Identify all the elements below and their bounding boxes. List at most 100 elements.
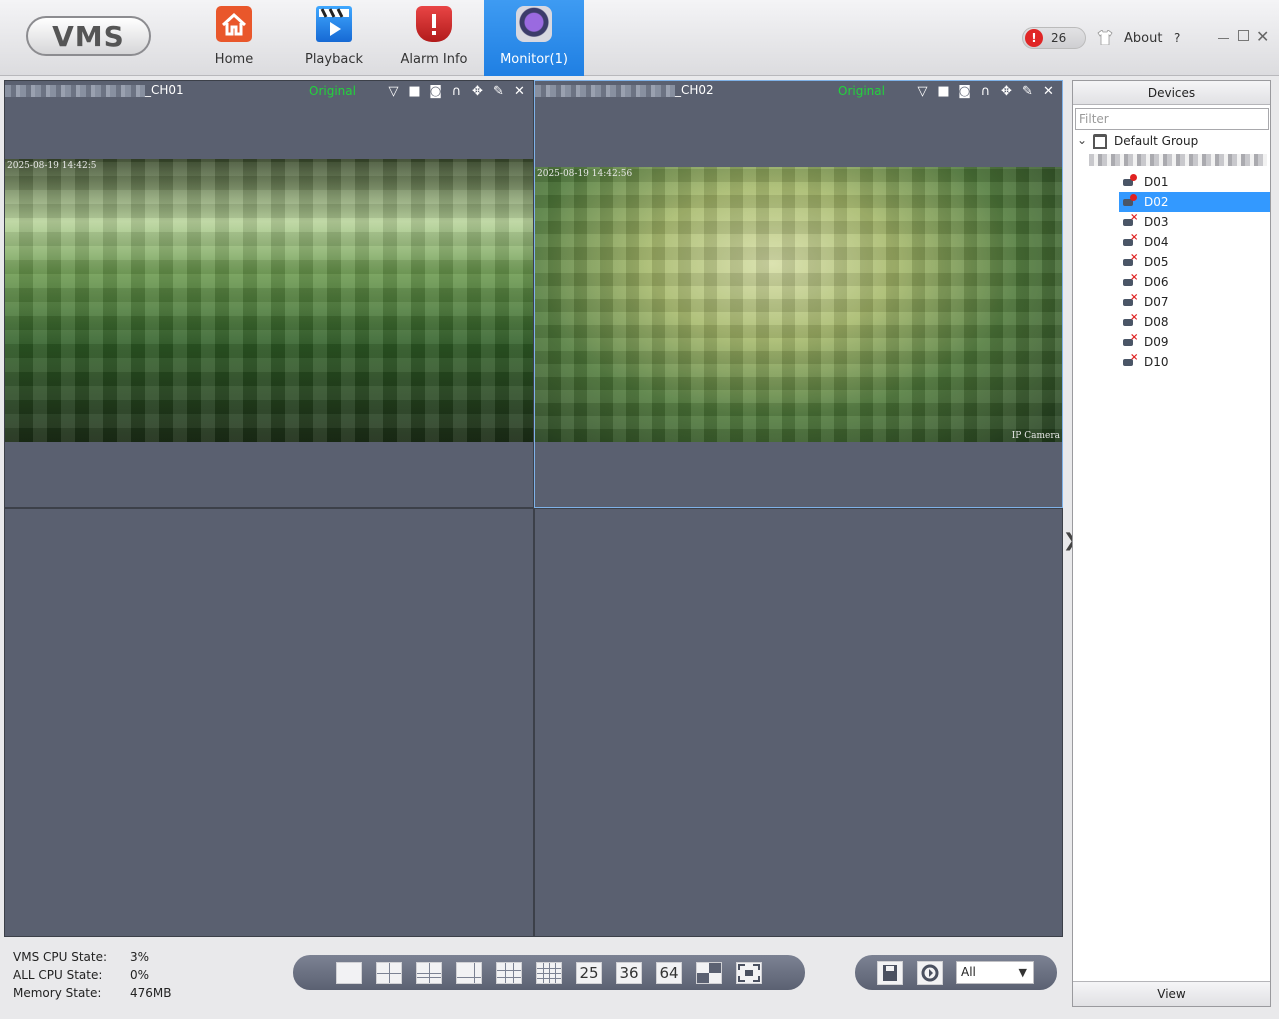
system-status: VMS CPU State: 3% ALL CPU State: 0% Memory… [13, 948, 172, 1002]
view-tab[interactable]: View [1073, 981, 1270, 1006]
layout-6-button[interactable] [416, 962, 442, 984]
split-layout-toolbar: 25 36 64 [293, 955, 805, 990]
group-label: Default Group [1114, 134, 1199, 148]
about-button[interactable]: About [1124, 31, 1162, 46]
vms-logo: VMS [26, 16, 151, 56]
camera-offline-icon: × [1123, 233, 1138, 247]
device-panel: Devices ⌄ Default Group D01 D02 × D03 × D04 × D… [1072, 80, 1271, 1007]
tab-alarm-info[interactable]: Alarm Info [384, 0, 484, 76]
snapshot-icon[interactable]: ◙ [956, 84, 973, 100]
tab-playback[interactable]: Playback [284, 0, 384, 76]
layout-9-button[interactable] [496, 962, 522, 984]
video-pane-4[interactable] [534, 508, 1063, 937]
tab-monitor-label: Monitor(1) [500, 52, 568, 67]
video-pane-2[interactable]: _CH02 Original ▽ ■ ◙ ∩ ✥ ✎ ✕ 2025-08-19 … [534, 80, 1063, 508]
color-adjust-icon[interactable]: ✎ [1019, 84, 1036, 100]
device-label: D09 [1144, 335, 1169, 349]
device-item-d05[interactable]: × D05 [1119, 252, 1270, 272]
alarm-shield-icon [416, 6, 452, 42]
view-filter-value: All [961, 965, 976, 979]
device-item-d01[interactable]: D01 [1119, 172, 1270, 192]
close-pane-icon[interactable]: ✕ [1040, 84, 1057, 100]
ptz-move-icon[interactable]: ✥ [469, 84, 486, 100]
device-item-d03[interactable]: × D03 [1119, 212, 1270, 232]
monitor-camera-icon [516, 6, 552, 42]
pane-2-video[interactable]: 2025-08-19 14:42:56 IP Camera [535, 167, 1062, 442]
alarm-count: 26 [1051, 31, 1067, 45]
layout-16-button[interactable] [536, 962, 562, 984]
tree-group-default[interactable]: ⌄ Default Group [1073, 133, 1270, 151]
maximize-icon[interactable] [1238, 30, 1249, 41]
device-label: D01 [1144, 175, 1169, 189]
all-cpu-value: 0% [130, 968, 150, 982]
record-icon[interactable]: ■ [406, 84, 423, 100]
device-filter-input[interactable] [1075, 108, 1269, 130]
minimize-icon[interactable] [1218, 38, 1229, 39]
video-pane-1[interactable]: _CH01 Original ▽ ■ ◙ ∩ ✥ ✎ ✕ 2025-08-19 … [4, 80, 534, 508]
home-icon [216, 6, 252, 42]
pane-2-osd-timestamp: 2025-08-19 14:42:56 [537, 169, 633, 179]
devices-header[interactable]: Devices [1073, 81, 1270, 105]
device-item-d07[interactable]: × D07 [1119, 292, 1270, 312]
chevron-down-icon[interactable]: ⌄ [1077, 133, 1087, 147]
memory-label: Memory State: [13, 986, 102, 1000]
group-folder-icon [1093, 134, 1107, 149]
pane-1-video[interactable]: 2025-08-19 14:42:5 [5, 159, 533, 442]
dropdown-arrow-icon: ▼ [1018, 966, 1027, 979]
video-grid: _CH01 Original ▽ ■ ◙ ∩ ✥ ✎ ✕ 2025-08-19 … [4, 80, 1063, 937]
camera-online-icon [1123, 194, 1137, 207]
device-item-d06[interactable]: × D06 [1119, 272, 1270, 292]
stream-dropdown-icon[interactable]: ▽ [385, 84, 402, 100]
help-button[interactable]: ? [1174, 31, 1180, 45]
refresh-cycle-icon[interactable] [917, 961, 943, 985]
tab-home[interactable]: Home [184, 0, 284, 76]
pane-2-title: _CH02 [535, 83, 714, 101]
view-filter-select[interactable]: All ▼ [956, 961, 1034, 984]
pane-1-stream-type[interactable]: Original [309, 84, 356, 98]
snapshot-icon[interactable]: ◙ [427, 84, 444, 100]
device-item-d08[interactable]: × D08 [1119, 312, 1270, 332]
camera-offline-icon: × [1123, 273, 1138, 287]
pane-2-channel: _CH02 [675, 83, 714, 97]
audio-headphone-icon[interactable]: ∩ [977, 84, 994, 100]
layout-8-button[interactable] [456, 962, 482, 984]
color-adjust-icon[interactable]: ✎ [490, 84, 507, 100]
close-window-icon[interactable]: ✕ [1256, 27, 1269, 46]
video-pane-3[interactable] [4, 508, 534, 937]
alarm-count-badge[interactable]: ! 26 [1022, 27, 1086, 49]
layout-1-button[interactable] [336, 962, 362, 984]
tab-playback-label: Playback [304, 52, 363, 67]
device-item-d09[interactable]: × D09 [1119, 332, 1270, 352]
device-label: D03 [1144, 215, 1169, 229]
device-item-d10[interactable]: × D10 [1119, 352, 1270, 372]
skin-shirt-icon[interactable] [1097, 29, 1113, 46]
custom-layout-button[interactable] [696, 962, 722, 984]
pane-1-toolbar: ▽ ■ ◙ ∩ ✥ ✎ ✕ [385, 84, 528, 100]
pane-2-stream-type[interactable]: Original [838, 84, 885, 98]
pane-1-channel: _CH01 [145, 83, 184, 97]
save-view-icon[interactable] [877, 961, 903, 985]
pane-2-osd-camera: IP Camera [1011, 431, 1060, 441]
layout-4-button[interactable] [376, 962, 402, 984]
close-pane-icon[interactable]: ✕ [511, 84, 528, 100]
stream-dropdown-icon[interactable]: ▽ [914, 84, 931, 100]
camera-offline-icon: × [1123, 333, 1138, 347]
record-icon[interactable]: ■ [935, 84, 952, 100]
device-label: D08 [1144, 315, 1169, 329]
layout-25-button[interactable]: 25 [576, 962, 602, 984]
vms-cpu-label: VMS CPU State: [13, 950, 108, 964]
tab-monitor[interactable]: Monitor(1) [484, 0, 584, 76]
view-controls-toolbar: All ▼ [855, 955, 1057, 990]
layout-36-button[interactable]: 36 [616, 962, 642, 984]
camera-offline-icon: × [1123, 313, 1138, 327]
layout-64-button[interactable]: 64 [656, 962, 682, 984]
device-item-d04[interactable]: × D04 [1119, 232, 1270, 252]
audio-headphone-icon[interactable]: ∩ [448, 84, 465, 100]
blurred-device-name [535, 84, 675, 97]
blurred-device-node[interactable] [1089, 154, 1267, 166]
device-label: D02 [1144, 195, 1169, 209]
fullscreen-icon[interactable] [736, 962, 762, 984]
pane-2-toolbar: ▽ ■ ◙ ∩ ✥ ✎ ✕ [914, 84, 1057, 100]
ptz-move-icon[interactable]: ✥ [998, 84, 1015, 100]
device-item-d02[interactable]: D02 [1119, 192, 1270, 212]
